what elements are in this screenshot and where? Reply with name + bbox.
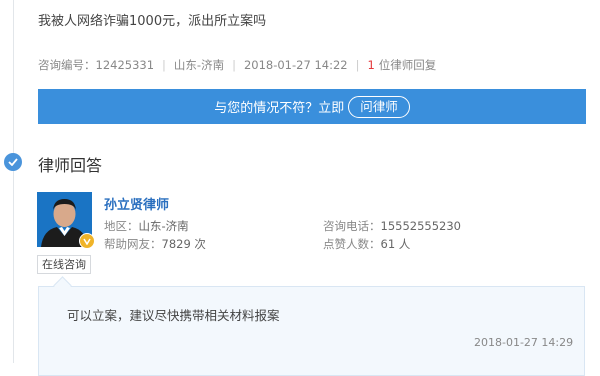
answer-text: 可以立案，建议尽快携带相关材料报案 bbox=[67, 308, 280, 323]
helped-label: 帮助网友： bbox=[104, 237, 162, 251]
ask-banner-prompt: 与您的情况不符？立即 bbox=[214, 101, 345, 116]
verified-badge-icon bbox=[79, 233, 95, 249]
meta-divider: | bbox=[355, 58, 360, 72]
ask-lawyer-button[interactable]: 问律师 bbox=[348, 95, 410, 118]
lawyer-phone: 咨询电话：15552555230 bbox=[323, 218, 461, 234]
lawyer-likes: 点赞人数：61 人 bbox=[323, 236, 410, 252]
answer-datetime: 2018-01-27 14:29 bbox=[474, 336, 574, 349]
region-label: 地区： bbox=[104, 219, 139, 233]
lawyer-name-link[interactable]: 孙立贤律师 bbox=[104, 194, 169, 213]
question-location: 山东-济南 bbox=[173, 58, 225, 72]
section-title: 律师回答 bbox=[38, 156, 103, 175]
reply-count: 1 bbox=[367, 58, 375, 72]
phone-value: 15552555230 bbox=[380, 219, 461, 233]
question-meta: 咨询编号：12425331 | 山东-济南 | 2018-01-27 14:22… bbox=[38, 57, 436, 73]
question-datetime: 2018-01-27 14:22 bbox=[243, 58, 348, 72]
helped-value: 7829 次 bbox=[161, 237, 206, 251]
question-text: 我被人网络诈骗1000元，派出所立案吗 bbox=[38, 14, 267, 29]
likes-value: 61 人 bbox=[380, 237, 411, 251]
check-icon bbox=[4, 153, 22, 171]
online-consult-button[interactable]: 在线咨询 bbox=[37, 255, 91, 274]
phone-label: 咨询电话： bbox=[323, 219, 381, 233]
meta-divider: | bbox=[232, 58, 236, 72]
ask-lawyer-banner[interactable]: 与您的情况不符？立即 问律师 bbox=[38, 89, 586, 124]
likes-label: 点赞人数： bbox=[323, 237, 381, 251]
timeline-line bbox=[13, 0, 14, 363]
lawyer-helped: 帮助网友：7829 次 bbox=[104, 236, 206, 252]
consult-id: 咨询编号：12425331 bbox=[38, 58, 155, 72]
meta-divider: | bbox=[162, 58, 166, 72]
reply-count-suffix: 位律师回复 bbox=[378, 58, 437, 72]
lawyer-region: 地区：山东-济南 bbox=[104, 218, 189, 234]
region-value: 山东-济南 bbox=[138, 219, 189, 233]
